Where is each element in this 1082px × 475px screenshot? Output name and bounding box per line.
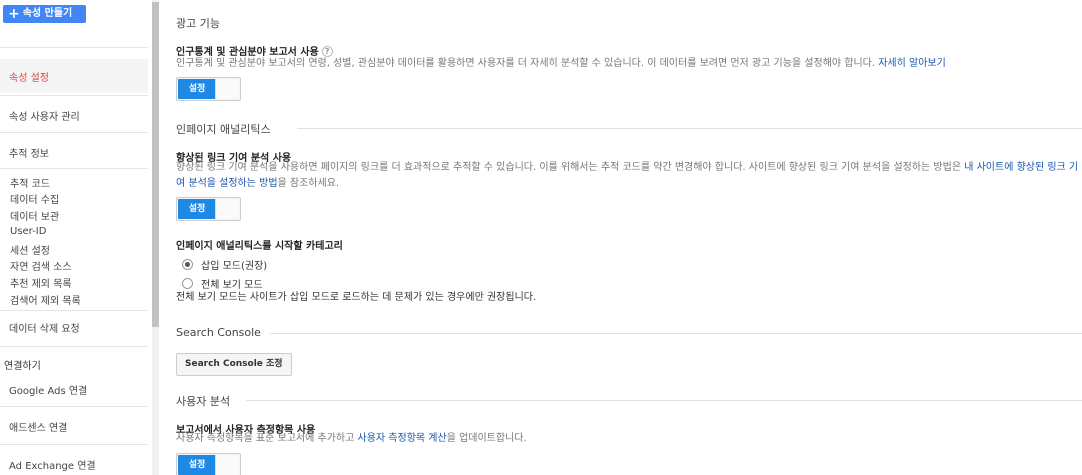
plus-icon: + — [8, 6, 20, 22]
sidebar-subitem-session-settings[interactable]: 세션 설정 — [10, 242, 50, 257]
radio-insert-mode[interactable]: 삽입 모드(권장) — [182, 257, 267, 272]
sidebar-subitem-user-id[interactable]: User-ID — [10, 226, 46, 237]
section-title-search-console: Search Console — [176, 326, 261, 339]
users-metric-desc-suffix: 을 업데이트합니다. — [446, 433, 527, 444]
sidebar-heading-linking: 연결하기 — [4, 361, 41, 372]
radio-button-checked[interactable] — [182, 259, 193, 270]
main-content: 광고 기능 인구통계 및 관심분야 보고서 사용? 인구통계 및 관심분야 보고… — [176, 0, 1082, 475]
sidebar-divider — [0, 95, 148, 96]
demographics-reports-description: 인구통계 및 관심분야 보고서의 연령, 성별, 관심분야 데이터를 활용하면 … — [176, 56, 1076, 72]
radio-full-view-mode[interactable]: 전체 보기 모드 — [182, 276, 263, 291]
sidebar-subitem-tracking-code[interactable]: 추적 코드 — [10, 175, 50, 190]
sidebar: + 속성 만들기 속성 설정 속성 사용자 관리 추적 정보 추적 코드 데이터… — [0, 0, 152, 475]
inpage-category-label: 인페이지 애널리틱스를 시작할 카테고리 — [176, 241, 343, 252]
create-property-button[interactable]: + 속성 만들기 — [3, 5, 86, 23]
demographics-desc-text: 인구통계 및 관심분야 보고서의 연령, 성별, 관심분야 데이터를 활용하면 … — [176, 58, 876, 69]
users-metric-description: 사용자 측정항목을 표준 보고서에 추가하고 사용자 측정항목 계산을 업데이트… — [176, 431, 1082, 447]
sidebar-subitem-search-term-exclusion[interactable]: 검색어 제외 목록 — [10, 292, 81, 307]
sidebar-item-property-settings[interactable]: 속성 설정 — [9, 69, 49, 84]
toggle-knob — [215, 199, 239, 219]
sidebar-divider — [0, 47, 148, 48]
section-divider — [246, 400, 1082, 401]
radio-button[interactable] — [182, 278, 193, 289]
demographics-reports-toggle[interactable]: 설정 — [176, 77, 241, 101]
toggle-knob — [215, 79, 239, 99]
section-divider — [297, 128, 1082, 129]
sidebar-item-tracking-info[interactable]: 추적 정보 — [9, 145, 49, 160]
enhanced-link-attribution-description: 향상된 링크 기여 분석을 사용하면 페이지의 링크를 더 효과적으로 추적할 … — [176, 160, 1082, 192]
full-view-mode-note: 전체 보기 모드는 사이트가 삽입 모드로 로드하는 데 문제가 있는 경우에만… — [176, 292, 537, 303]
create-property-label: 속성 만들기 — [22, 8, 73, 19]
sidebar-subitem-data-collection[interactable]: 데이터 수집 — [10, 191, 59, 206]
sidebar-item-google-ads-linking[interactable]: Google Ads 연결 — [9, 382, 87, 397]
sidebar-item-adsense-linking[interactable]: 애드센스 연결 — [9, 419, 67, 434]
users-metric-desc-text: 사용자 측정항목을 표준 보고서에 추가하고 — [176, 433, 355, 444]
section-title-user-analysis: 사용자 분석 — [176, 395, 231, 408]
sidebar-subitem-organic-search-sources[interactable]: 자연 검색 소스 — [10, 258, 72, 273]
toggle-knob — [215, 455, 239, 475]
sidebar-divider — [0, 406, 148, 407]
toggle-on-label: 설정 — [178, 199, 216, 219]
sidebar-subitem-data-retention[interactable]: 데이터 보관 — [10, 208, 59, 223]
users-metric-calculation-link[interactable]: 사용자 측정항목 계산 — [358, 433, 447, 444]
sidebar-divider — [0, 346, 148, 347]
toggle-on-label: 설정 — [178, 79, 216, 99]
section-title-ads-features: 광고 기능 — [176, 17, 220, 30]
sidebar-scrollbar-thumb[interactable] — [152, 2, 159, 327]
sidebar-item-property-user-management[interactable]: 속성 사용자 관리 — [9, 108, 80, 123]
users-metric-toggle[interactable]: 설정 — [176, 453, 241, 475]
sidebar-divider — [0, 310, 148, 311]
enhanced-link-attribution-toggle[interactable]: 설정 — [176, 197, 241, 221]
sidebar-divider — [0, 168, 148, 169]
sidebar-subitem-referral-exclusion[interactable]: 추천 제외 목록 — [10, 275, 72, 290]
section-title-inpage-analytics: 인페이지 애널리틱스 — [176, 123, 271, 136]
sidebar-divider — [0, 132, 148, 133]
sidebar-divider — [0, 444, 148, 445]
adjust-search-console-button[interactable]: Search Console 조정 — [176, 353, 292, 376]
enhanced-link-desc-text: 향상된 링크 기여 분석을 사용하면 페이지의 링크를 더 효과적으로 추적할 … — [176, 162, 962, 173]
section-divider — [270, 333, 1082, 334]
radio-insert-mode-label: 삽입 모드(권장) — [201, 261, 268, 272]
radio-full-view-mode-label: 전체 보기 모드 — [201, 280, 263, 291]
learn-more-link[interactable]: 자세히 알아보기 — [878, 58, 946, 69]
sidebar-item-data-deletion-requests[interactable]: 데이터 삭제 요청 — [9, 320, 80, 335]
enhanced-link-desc-suffix: 을 참조하세요. — [277, 178, 340, 189]
toggle-on-label: 설정 — [178, 455, 216, 475]
sidebar-item-ad-exchange-linking[interactable]: Ad Exchange 연결 — [9, 457, 96, 472]
